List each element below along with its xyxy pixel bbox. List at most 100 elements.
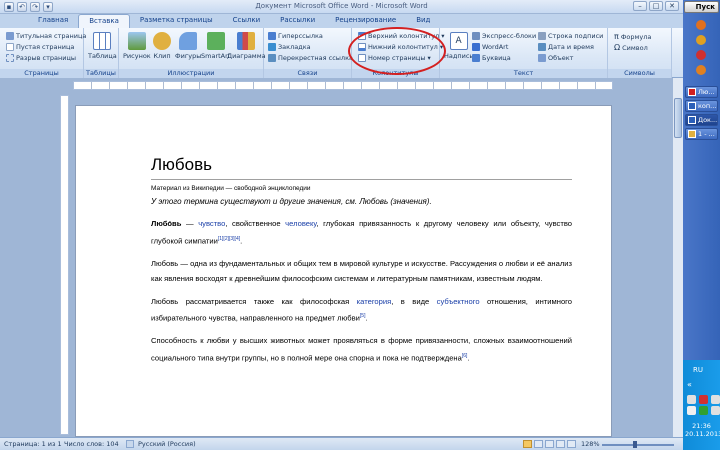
clipart-button[interactable]: Клип bbox=[153, 32, 171, 60]
scrollbar-thumb[interactable] bbox=[674, 98, 682, 138]
group-illustrations-label: Иллюстрации bbox=[119, 69, 263, 78]
horizontal-ruler[interactable] bbox=[73, 81, 613, 90]
p1-references[interactable]: [1][2][3][4] bbox=[218, 236, 240, 242]
vertical-ruler[interactable] bbox=[60, 95, 69, 435]
p1-text-2: , свойственное bbox=[225, 219, 286, 228]
group-pages: Титульная страница Пустая страница Разры… bbox=[0, 28, 86, 78]
minimize-icon[interactable]: – bbox=[633, 1, 647, 11]
antivirus-icon[interactable] bbox=[699, 395, 708, 404]
zoom-slider[interactable] bbox=[602, 444, 674, 446]
link-feeling[interactable]: чувство bbox=[198, 219, 225, 228]
tab-view[interactable]: Вид bbox=[406, 14, 440, 28]
paragraph-1: Любо́вь — чувство, свойственное человеку… bbox=[151, 216, 572, 249]
p1-text-4: . bbox=[240, 236, 243, 246]
window-controls: – □ ✕ bbox=[633, 1, 679, 11]
view-buttons bbox=[523, 440, 576, 448]
start-button[interactable]: Пуск bbox=[684, 1, 719, 13]
zoom-level[interactable]: 128% bbox=[581, 440, 600, 448]
safely-remove-icon[interactable] bbox=[687, 406, 696, 415]
object-label: Объект bbox=[548, 54, 574, 62]
chart-label: Диаграмма bbox=[227, 52, 266, 60]
outline-icon[interactable] bbox=[556, 440, 565, 448]
picture-button[interactable]: Рисунок bbox=[123, 32, 151, 60]
misc-tray-icon[interactable] bbox=[711, 406, 720, 415]
dropcap-label: Буквица bbox=[482, 54, 511, 62]
table-icon bbox=[93, 32, 112, 50]
draft-icon[interactable] bbox=[567, 440, 576, 448]
task-2[interactable]: коп... bbox=[685, 100, 718, 112]
proofing-icon[interactable] bbox=[126, 440, 134, 448]
clock-time: 21:36 bbox=[692, 422, 711, 430]
word-count[interactable]: Число слов: 104 bbox=[64, 440, 119, 448]
cross-reference-button[interactable]: Перекрестная ссылка bbox=[268, 54, 353, 62]
link-category[interactable]: категория bbox=[357, 297, 392, 306]
chart-button[interactable]: Диаграмма bbox=[227, 32, 266, 60]
symbol-button[interactable]: Ω Символ bbox=[614, 43, 648, 52]
clock[interactable]: 21:36 20.11.2013 bbox=[685, 422, 720, 438]
bookmark-button[interactable]: Закладка bbox=[268, 43, 311, 51]
group-illustrations: Рисунок Клип Фигуры SmartArt Диаграмма И… bbox=[119, 28, 266, 78]
zoom-slider-handle[interactable] bbox=[633, 441, 637, 448]
dropcap-button[interactable]: Буквица bbox=[472, 54, 511, 62]
blank-page-button[interactable]: Пустая страница bbox=[6, 43, 74, 51]
equation-button[interactable]: π Формула bbox=[614, 32, 651, 41]
full-screen-icon[interactable] bbox=[534, 440, 543, 448]
title-divider bbox=[151, 179, 572, 180]
tab-page-layout[interactable]: Разметка страницы bbox=[130, 14, 223, 28]
table-button[interactable]: Таблица bbox=[88, 32, 117, 60]
signature-line-label: Строка подписи bbox=[548, 32, 604, 40]
app-icon-1[interactable] bbox=[696, 20, 706, 30]
close-icon[interactable]: ✕ bbox=[665, 1, 679, 11]
wordart-button[interactable]: WordArt bbox=[472, 43, 508, 51]
page-count[interactable]: Страница: 1 из 1 bbox=[4, 440, 62, 448]
signature-line-button[interactable]: Строка подписи bbox=[538, 32, 603, 40]
chart-icon bbox=[237, 32, 256, 50]
page-break-icon bbox=[6, 54, 14, 62]
print-layout-icon[interactable] bbox=[523, 440, 532, 448]
shapes-button[interactable]: Фигуры bbox=[175, 32, 201, 60]
volume-icon[interactable] bbox=[711, 395, 720, 404]
tab-insert[interactable]: Вставка bbox=[78, 14, 130, 28]
status-bar: Страница: 1 из 1 Число слов: 104 Русский… bbox=[0, 437, 683, 450]
keyboard-language[interactable]: RU bbox=[693, 366, 703, 374]
tab-home[interactable]: Главная bbox=[28, 14, 78, 28]
yandex-icon[interactable] bbox=[696, 50, 706, 60]
tab-references[interactable]: Ссылки bbox=[223, 14, 271, 28]
omega-icon: Ω bbox=[614, 43, 621, 52]
cover-page-icon bbox=[6, 32, 14, 40]
cover-page-button[interactable]: Титульная страница bbox=[6, 32, 86, 40]
term-bold: Любо́вь bbox=[151, 219, 182, 228]
language-indicator[interactable]: Русский (Россия) bbox=[138, 440, 196, 448]
vertical-scrollbar[interactable] bbox=[672, 78, 683, 437]
smartart-icon bbox=[206, 32, 225, 50]
smartart-button[interactable]: SmartArt bbox=[201, 32, 230, 60]
link-human[interactable]: человеку bbox=[285, 219, 316, 228]
symbol-label: Символ bbox=[622, 43, 648, 52]
bookmark-icon bbox=[268, 43, 276, 51]
object-button[interactable]: Объект bbox=[538, 54, 573, 62]
link-subject[interactable]: субъектного bbox=[437, 297, 480, 306]
task-4[interactable]: 1 - ... bbox=[685, 128, 718, 140]
quick-parts-button[interactable]: Экспресс-блоки bbox=[472, 32, 536, 40]
task-4-icon bbox=[688, 130, 696, 138]
hyperlink-button[interactable]: Гиперссылка bbox=[268, 32, 323, 40]
tab-mailings[interactable]: Рассылки bbox=[270, 14, 325, 28]
date-time-button[interactable]: Дата и время bbox=[538, 43, 594, 51]
textbox-button[interactable]: A Надпись bbox=[444, 32, 473, 60]
task-3[interactable]: Док... bbox=[685, 114, 718, 126]
status-icon[interactable] bbox=[699, 406, 708, 415]
network-icon[interactable] bbox=[687, 395, 696, 404]
textbox-icon: A bbox=[449, 32, 468, 50]
task-1[interactable]: Лю... bbox=[685, 86, 718, 98]
app-icon-4[interactable] bbox=[696, 65, 706, 75]
paragraph-2: Любовь — одна из фундаментальных и общих… bbox=[151, 258, 572, 284]
clipart-label: Клип bbox=[153, 52, 171, 60]
tab-review[interactable]: Рецензирование bbox=[325, 14, 406, 28]
page-break-button[interactable]: Разрыв страницы bbox=[6, 54, 76, 62]
expand-tray-icon[interactable]: « bbox=[687, 380, 692, 389]
app-icon-2[interactable] bbox=[696, 35, 706, 45]
quick-parts-icon bbox=[472, 32, 480, 40]
web-layout-icon[interactable] bbox=[545, 440, 554, 448]
smartart-label: SmartArt bbox=[201, 52, 231, 60]
maximize-icon[interactable]: □ bbox=[649, 1, 663, 11]
